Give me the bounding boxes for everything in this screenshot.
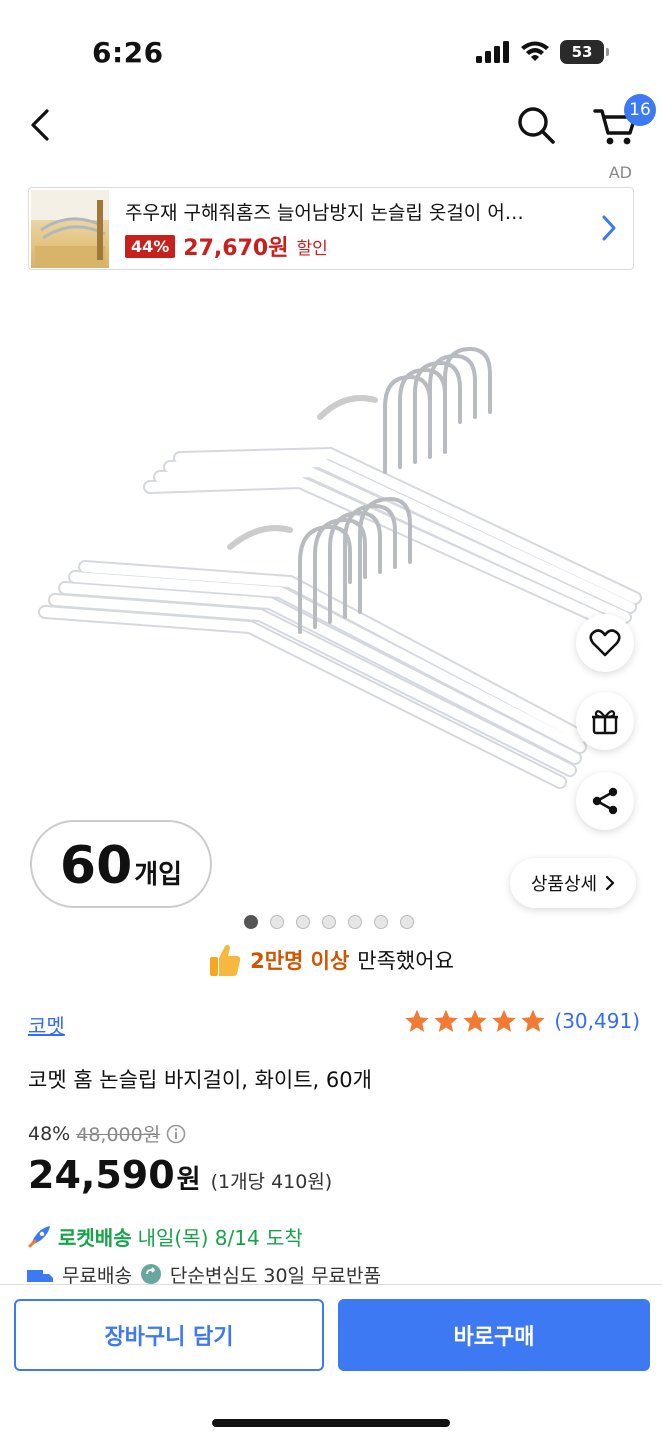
- pagination-dot[interactable]: [296, 915, 310, 929]
- star-icon: [492, 1009, 516, 1032]
- ad-open-button[interactable]: [601, 214, 617, 246]
- final-price: 24,590: [28, 1153, 175, 1197]
- signal-icon: [476, 41, 509, 63]
- unit-price: (1개당 410원): [210, 1171, 333, 1193]
- ad-title: 주우재 구해줘홈즈 늘어남방지 논슬립 옷걸이 어…: [125, 202, 524, 224]
- chevron-left-icon: [31, 109, 49, 141]
- cart-count-badge: 16: [624, 94, 656, 126]
- status-time: 6:26: [92, 36, 164, 69]
- review-count: (30,491): [554, 1009, 640, 1033]
- gift-icon: [592, 710, 618, 735]
- info-icon[interactable]: [166, 1124, 186, 1144]
- status-icons: 53: [476, 40, 609, 64]
- delivery-info: 로켓배송 내일(목) 8/14 도착: [26, 1222, 303, 1251]
- star-rating: [404, 1008, 546, 1034]
- final-price-row: 24,590 원 (1개당 410원): [28, 1153, 332, 1197]
- final-price-unit: 원: [176, 1165, 201, 1195]
- back-button[interactable]: [22, 105, 58, 145]
- chevron-right-icon: [606, 875, 615, 891]
- brand-link[interactable]: 코멧: [28, 1010, 65, 1039]
- pagination-dot[interactable]: [244, 915, 258, 929]
- hanger-illustration: [38, 346, 642, 789]
- ad-banner[interactable]: 주우재 구해줘홈즈 늘어남방지 논슬립 옷걸이 어… 44% 27,670원 할…: [28, 187, 634, 270]
- ad-label: AD: [608, 163, 632, 182]
- ad-price-row: 44% 27,670원 할인: [125, 230, 328, 262]
- product-detail-label: 상품상세: [530, 874, 598, 895]
- add-to-cart-button[interactable]: 장바구니 담기: [14, 1299, 324, 1371]
- rocket-delivery-label: 로켓배송: [58, 1226, 132, 1250]
- discount-row: 48% 48,000원: [28, 1120, 332, 1147]
- pagination-dot[interactable]: [400, 915, 414, 929]
- wishlist-button[interactable]: [576, 614, 634, 672]
- chevron-right-icon: [602, 215, 616, 241]
- status-bar: 6:26 53: [0, 0, 662, 100]
- truck-icon: [27, 1270, 53, 1282]
- heart-icon: [589, 629, 621, 657]
- return-icon: [140, 1264, 161, 1284]
- pagination-dot[interactable]: [322, 915, 336, 929]
- ad-discount-badge: 44%: [125, 234, 176, 258]
- gift-button[interactable]: [576, 692, 634, 750]
- satisfaction-text: 만족했어요: [357, 949, 454, 973]
- product-image[interactable]: [0, 282, 662, 902]
- rating[interactable]: (30,491): [404, 1008, 640, 1034]
- quantity-badge: 60 개입: [30, 820, 212, 908]
- home-indicator[interactable]: [212, 1419, 450, 1427]
- search-icon: [518, 107, 555, 144]
- quantity-unit: 개입: [134, 860, 183, 890]
- quantity-number: 60: [59, 836, 133, 896]
- discount-rate: 48%: [28, 1122, 71, 1145]
- delivery-date: 내일(목) 8/14 도착: [137, 1226, 303, 1250]
- shipping-row: 무료배송 단순변심도 30일 무료반품: [26, 1264, 381, 1284]
- star-icon: [405, 1009, 429, 1032]
- wifi-icon: [521, 41, 549, 61]
- product-title: 코멧 홈 논슬립 바지걸이, 화이트, 60개: [28, 1068, 372, 1092]
- search-button[interactable]: [514, 103, 558, 147]
- battery-icon: 53: [560, 40, 609, 64]
- share-icon: [592, 787, 618, 815]
- original-price: 48,000원: [76, 1124, 161, 1146]
- bottom-action-bar: 장바구니 담기 바로구매: [0, 1284, 662, 1440]
- ad-sale-label: 할인: [296, 238, 328, 259]
- thumbs-up-icon: [210, 944, 241, 976]
- product-detail-button[interactable]: 상품상세: [510, 858, 636, 908]
- star-icon: [463, 1009, 487, 1032]
- share-button[interactable]: [576, 772, 634, 830]
- image-pagination: [244, 915, 414, 929]
- star-icon: [521, 1009, 545, 1032]
- pagination-dot[interactable]: [270, 915, 284, 929]
- pagination-dot[interactable]: [374, 915, 388, 929]
- rocket-icon: [28, 1225, 50, 1247]
- top-nav: [0, 95, 662, 155]
- satisfaction-highlight: 2만명 이상: [250, 949, 350, 973]
- free-return-label: 단순변심도 30일 무료반품: [169, 1264, 381, 1285]
- star-icon: [434, 1009, 458, 1032]
- ad-price: 27,670원: [183, 236, 289, 261]
- buy-now-button[interactable]: 바로구매: [338, 1299, 650, 1371]
- pagination-dot[interactable]: [348, 915, 362, 929]
- price-area: 48% 48,000원 24,590 원 (1개당 410원): [28, 1120, 332, 1198]
- satisfaction-banner: 2만명 이상 만족했어요: [0, 942, 662, 978]
- ad-thumbnail: [31, 190, 109, 268]
- free-shipping-label: 무료배송: [62, 1264, 132, 1285]
